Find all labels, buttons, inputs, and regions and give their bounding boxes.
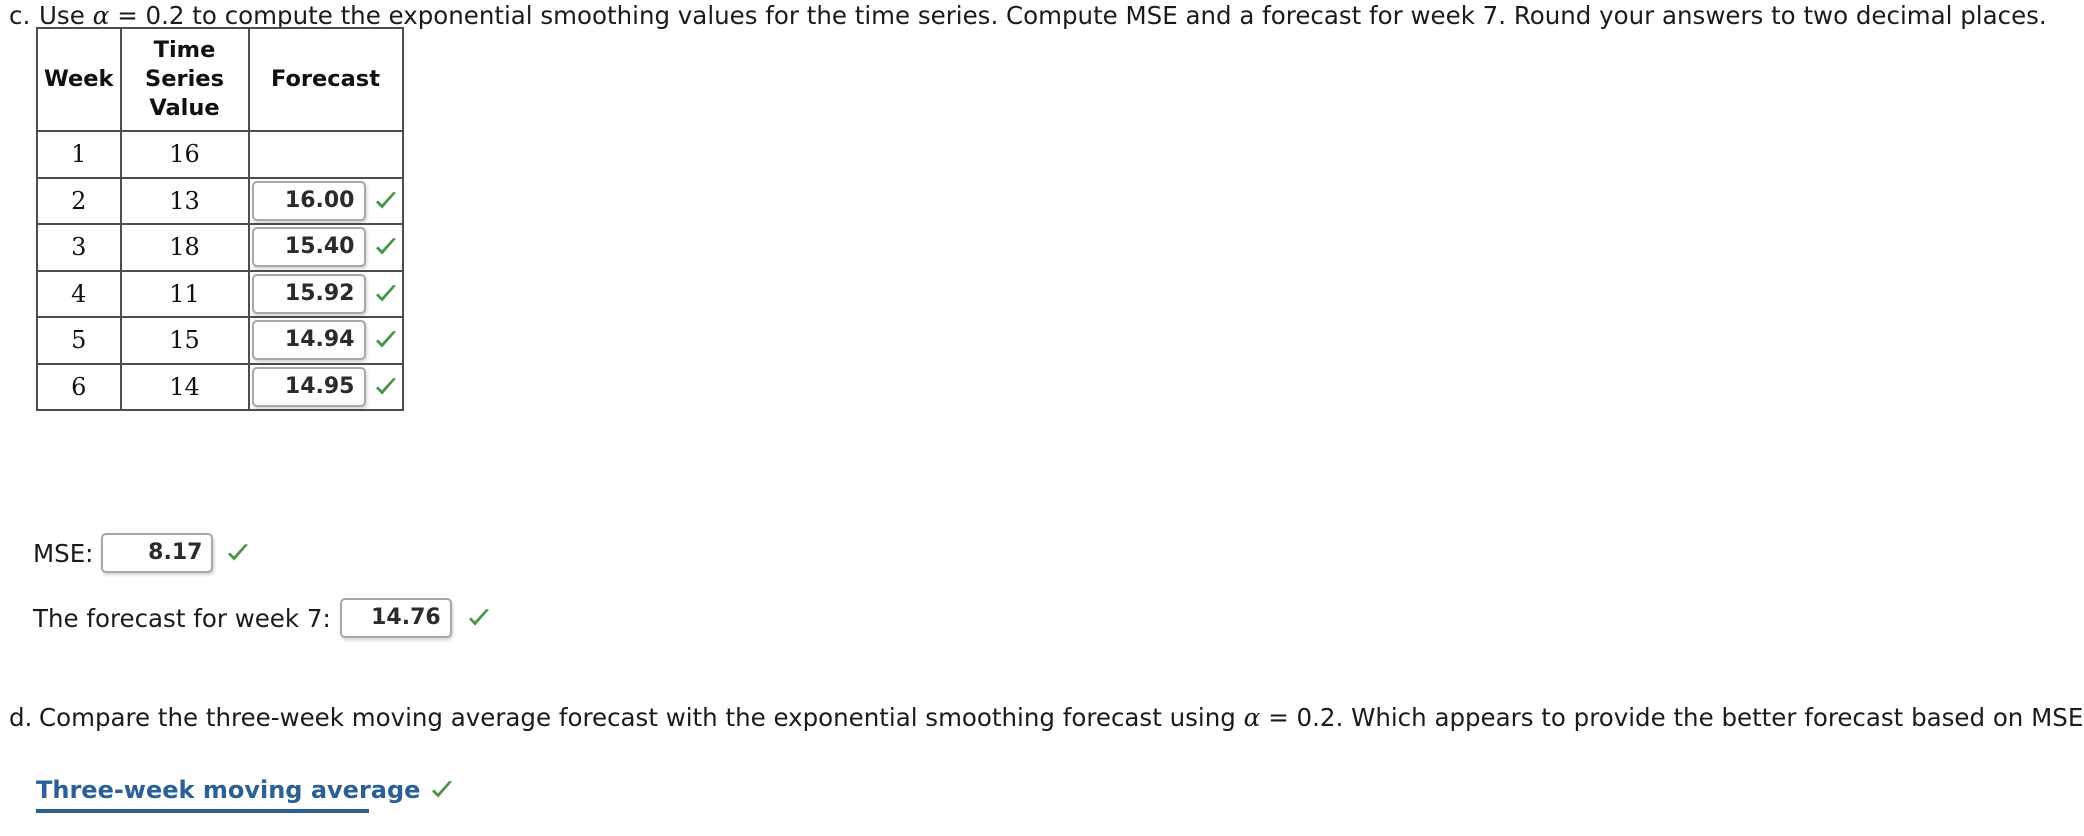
check-icon: [466, 605, 492, 631]
table-header: Week Time Series Value Forecast: [36, 27, 404, 132]
mse-label: MSE:: [33, 538, 94, 568]
column-header-time-series-value: Time Series Value: [119, 27, 250, 132]
cell-week: 4: [36, 269, 122, 318]
question-d-text: Compare the three-week moving average fo…: [39, 703, 2084, 732]
question-d: d. Compare the three-week moving average…: [9, 703, 2084, 733]
cell-week: 5: [36, 316, 122, 365]
cell-forecast: 14.95: [247, 362, 404, 411]
table-header-row: Week Time Series Value Forecast: [36, 27, 404, 132]
check-icon: [373, 327, 399, 353]
cell-forecast: 15.92: [247, 269, 404, 318]
forecast-input-week5[interactable]: 14.94: [251, 320, 366, 361]
cell-forecast: 14.94: [247, 316, 404, 365]
cell-week: 1: [36, 130, 122, 179]
mse-input[interactable]: 8.17: [101, 533, 214, 573]
forecast-answer-group: 14.94: [250, 320, 402, 361]
answer-dropdown-selected-value: Three-week moving average: [36, 776, 421, 804]
table-body: 1 16 2 13 16.00 3 18 15.40 4 11 15.92 5 …: [36, 130, 404, 411]
table-row: 2 13 16.00: [36, 176, 404, 225]
check-icon: [373, 234, 399, 260]
forecast-answer-group: 15.92: [250, 273, 402, 314]
cell-time-series-value: 14: [119, 362, 250, 411]
cell-time-series-value: 15: [119, 316, 250, 365]
check-icon: [373, 188, 399, 214]
forecast-input-week6[interactable]: 14.95: [251, 366, 366, 407]
cell-time-series-value: 18: [119, 223, 250, 272]
header-line-2: Value: [149, 95, 220, 121]
cell-time-series-value: 16: [119, 130, 250, 179]
table-row: 3 18 15.40: [36, 223, 404, 272]
alpha-symbol: α: [1243, 703, 1261, 732]
mse-answer-row: MSE: 8.17: [33, 533, 251, 573]
forecast-input-week3[interactable]: 15.40: [251, 227, 366, 268]
cell-forecast: 16.00: [247, 176, 404, 225]
cell-time-series-value: 13: [119, 176, 250, 225]
cell-forecast-empty: [247, 130, 404, 179]
forecast-input-week4[interactable]: 15.92: [251, 273, 366, 314]
forecast-answer-group: 14.95: [250, 366, 402, 407]
week7-forecast-row: The forecast for week 7: 14.76: [33, 598, 492, 638]
question-c-label: c.: [9, 1, 31, 30]
cell-forecast: 15.40: [247, 223, 404, 272]
column-header-week: Week: [36, 27, 122, 132]
cell-week: 6: [36, 362, 122, 411]
check-icon: [429, 777, 455, 803]
cell-week: 3: [36, 223, 122, 272]
alpha-symbol: α: [92, 1, 110, 30]
exponential-smoothing-table: Week Time Series Value Forecast 1 16 2 1…: [36, 27, 404, 411]
question-d-label: d.: [9, 703, 33, 732]
table-row: 6 14 14.95: [36, 362, 404, 411]
forecast-answer-group: 16.00: [250, 180, 402, 221]
check-icon: [373, 374, 399, 400]
table-row: 1 16: [36, 130, 404, 179]
week7-forecast-label: The forecast for week 7:: [33, 603, 331, 633]
column-header-forecast: Forecast: [247, 27, 404, 132]
forecast-answer-group: 15.40: [250, 227, 402, 268]
week7-forecast-input[interactable]: 14.76: [339, 598, 452, 638]
table-row: 4 11 15.92: [36, 269, 404, 318]
header-line-1: Time Series: [145, 37, 224, 92]
cell-time-series-value: 11: [119, 269, 250, 318]
check-icon: [373, 281, 399, 307]
answer-dropdown-better-forecast[interactable]: Three-week moving average: [36, 776, 453, 813]
forecast-input-week2[interactable]: 16.00: [251, 180, 366, 221]
cell-week: 2: [36, 176, 122, 225]
table-row: 5 15 14.94: [36, 316, 404, 365]
check-icon: [225, 540, 251, 566]
